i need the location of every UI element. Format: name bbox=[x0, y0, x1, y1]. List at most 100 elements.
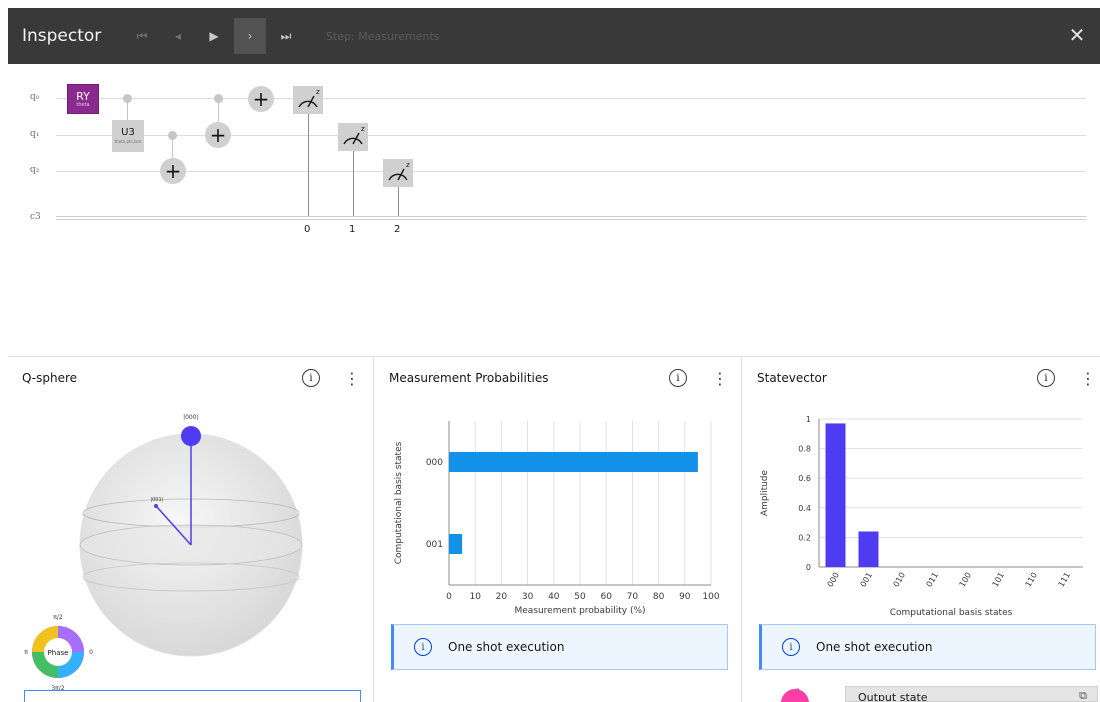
x-tick-label: 10 bbox=[469, 592, 481, 602]
x-tick-label: 0 bbox=[446, 592, 452, 602]
y-tick-label: 001 bbox=[426, 540, 443, 550]
copy-icon[interactable]: ⧉ bbox=[1079, 689, 1087, 701]
x-axis-title: Measurement probability (%) bbox=[514, 606, 645, 616]
output-state-label: Output state bbox=[858, 691, 928, 702]
measure-basis: z bbox=[406, 161, 410, 169]
phase-tick-right: 0 bbox=[89, 649, 93, 656]
ry-gate[interactable]: RY theta bbox=[67, 84, 99, 114]
x-tick-label: 20 bbox=[496, 592, 508, 602]
bar bbox=[449, 534, 463, 554]
qubit-label-1: q₁ bbox=[30, 129, 40, 139]
measure-icon: z bbox=[343, 125, 365, 145]
phase-tick-left: π bbox=[24, 649, 28, 656]
info-icon: i bbox=[782, 638, 800, 656]
measurement-chart: 0 10 20 30 40 50 60 70 80 90 100 000 001 Measurement … bbox=[394, 421, 720, 616]
back-step-icon[interactable]: ◂ bbox=[162, 18, 194, 54]
x-tick-label: 50 bbox=[574, 592, 586, 602]
statevector-chart: 00.20.40.60.81000 001 010 011 100 101 110 111Co… bbox=[760, 415, 1083, 618]
close-icon[interactable]: ✕ bbox=[1064, 22, 1090, 48]
circuit-diagram: q₀ q₁ q₂ c3 RY theta U3 theta,phi,lam + … bbox=[8, 64, 1100, 356]
measure-basis: z bbox=[316, 88, 320, 96]
inspector-title: Inspector bbox=[22, 26, 102, 46]
measure-gate-2[interactable]: z bbox=[383, 159, 413, 187]
measure-line bbox=[398, 187, 399, 216]
x-tick-label: 30 bbox=[522, 592, 534, 602]
cnot-target-gate[interactable]: + bbox=[160, 158, 186, 184]
inspector-toolbar: Inspector ⏮ ◂ ▶ › ⏭ Step: Measurements ✕ bbox=[8, 8, 1100, 64]
x-tick-label: 011 bbox=[925, 571, 940, 589]
x-tick-label: 100 bbox=[958, 571, 973, 589]
y-tick-label: 0.2 bbox=[798, 533, 811, 542]
u3-gate-label: U3 bbox=[121, 127, 135, 138]
measure-icon: z bbox=[298, 88, 320, 108]
classical-bit-label: 2 bbox=[394, 224, 401, 235]
control-line bbox=[218, 99, 219, 123]
phase-wheel: Phase π/2 π 0 3π/2 bbox=[24, 614, 93, 692]
y-tick-label: 000 bbox=[426, 458, 443, 468]
qsphere-visual: |000⟩ |001⟩ Phase π/2 π 0 3π/2 bbox=[24, 414, 303, 692]
x-tick-label: 70 bbox=[627, 592, 639, 602]
y-tick-label: 0.8 bbox=[798, 445, 811, 454]
x-tick-label: 80 bbox=[653, 592, 665, 602]
qubit-wire-2 bbox=[56, 171, 1086, 172]
control-line bbox=[172, 136, 173, 160]
y-axis-title: Computational basis states bbox=[394, 441, 404, 564]
x-gate[interactable]: + bbox=[248, 86, 274, 112]
notice-text: One shot execution bbox=[448, 640, 565, 654]
x-tick-label: 100 bbox=[702, 592, 719, 602]
measure-line bbox=[308, 114, 309, 216]
phase-label: Phase bbox=[48, 649, 69, 657]
one-shot-notice: i One shot execution bbox=[759, 624, 1096, 670]
u3-gate-param: theta,phi,lam bbox=[114, 139, 142, 144]
statevector-panel: Statevector i ⋮ 0 0.2 0.4 0.6 0.8 1 000 001 010 0… bbox=[743, 356, 1100, 702]
ry-gate-param: theta bbox=[76, 101, 90, 108]
notice-text: One shot execution bbox=[816, 640, 933, 654]
y-axis-title: Amplitude bbox=[760, 469, 770, 516]
phase-wheel-mini: π/2 bbox=[781, 688, 809, 702]
state-point bbox=[154, 504, 158, 508]
measure-line bbox=[353, 151, 354, 216]
y-tick-label: 1 bbox=[806, 415, 811, 424]
measure-basis: z bbox=[361, 125, 365, 133]
state-label: |000⟩ bbox=[183, 414, 199, 421]
step-forward-icon[interactable]: › bbox=[234, 18, 266, 54]
last-step-icon[interactable]: ⏭ bbox=[270, 18, 302, 54]
x-axis-title: Computational basis states bbox=[890, 608, 1013, 618]
bar bbox=[825, 423, 846, 567]
measure-icon: z bbox=[388, 161, 410, 181]
classical-bit-label: 1 bbox=[349, 224, 356, 235]
x-tick-label: 101 bbox=[991, 571, 1006, 589]
qubit-label-2: q₂ bbox=[30, 165, 40, 175]
x-tick-label: 111 bbox=[1057, 571, 1072, 589]
step-label: Step: Measurements bbox=[326, 29, 440, 43]
measure-gate-0[interactable]: z bbox=[293, 86, 323, 114]
classical-bit-label: 0 bbox=[304, 224, 311, 235]
output-state-tab[interactable]: Output state ⧉ bbox=[845, 686, 1098, 702]
ry-gate-label: RY bbox=[76, 89, 90, 103]
y-tick-label: 0 bbox=[806, 563, 811, 572]
classical-wire bbox=[56, 216, 1086, 220]
one-shot-notice: i One shot execution bbox=[391, 624, 728, 670]
classical-register-label: c3 bbox=[30, 212, 41, 222]
bar bbox=[449, 452, 698, 472]
info-icon: i bbox=[414, 638, 432, 656]
qubit-label-0: q₀ bbox=[30, 92, 40, 102]
control-line bbox=[127, 99, 128, 121]
x-tick-label: 000 bbox=[826, 571, 841, 589]
x-tick-label: 40 bbox=[548, 592, 560, 602]
first-step-icon[interactable]: ⏮ bbox=[126, 18, 158, 54]
state-label: |001⟩ bbox=[150, 497, 163, 503]
play-icon[interactable]: ▶ bbox=[198, 18, 230, 54]
x-tick-label: 110 bbox=[1024, 571, 1039, 589]
qubit-wire-0 bbox=[56, 98, 1086, 99]
y-tick-label: 0.4 bbox=[798, 504, 811, 513]
bar bbox=[858, 531, 879, 567]
qsphere-panel: Q-sphere i ⋮ |000⟩ |001⟩ Phase π/2 π 0 3… bbox=[8, 356, 374, 702]
y-tick-label: 0.6 bbox=[798, 474, 811, 483]
measure-gate-1[interactable]: z bbox=[338, 123, 368, 151]
cnot-target-gate[interactable]: + bbox=[205, 122, 231, 148]
x-tick-label: 60 bbox=[600, 592, 612, 602]
x-tick-label: 90 bbox=[679, 592, 691, 602]
u3-gate[interactable]: U3 theta,phi,lam bbox=[112, 120, 144, 152]
measurement-panel: Measurement Probabilities i ⋮ 0 10 20 30 40 5… bbox=[375, 356, 742, 702]
